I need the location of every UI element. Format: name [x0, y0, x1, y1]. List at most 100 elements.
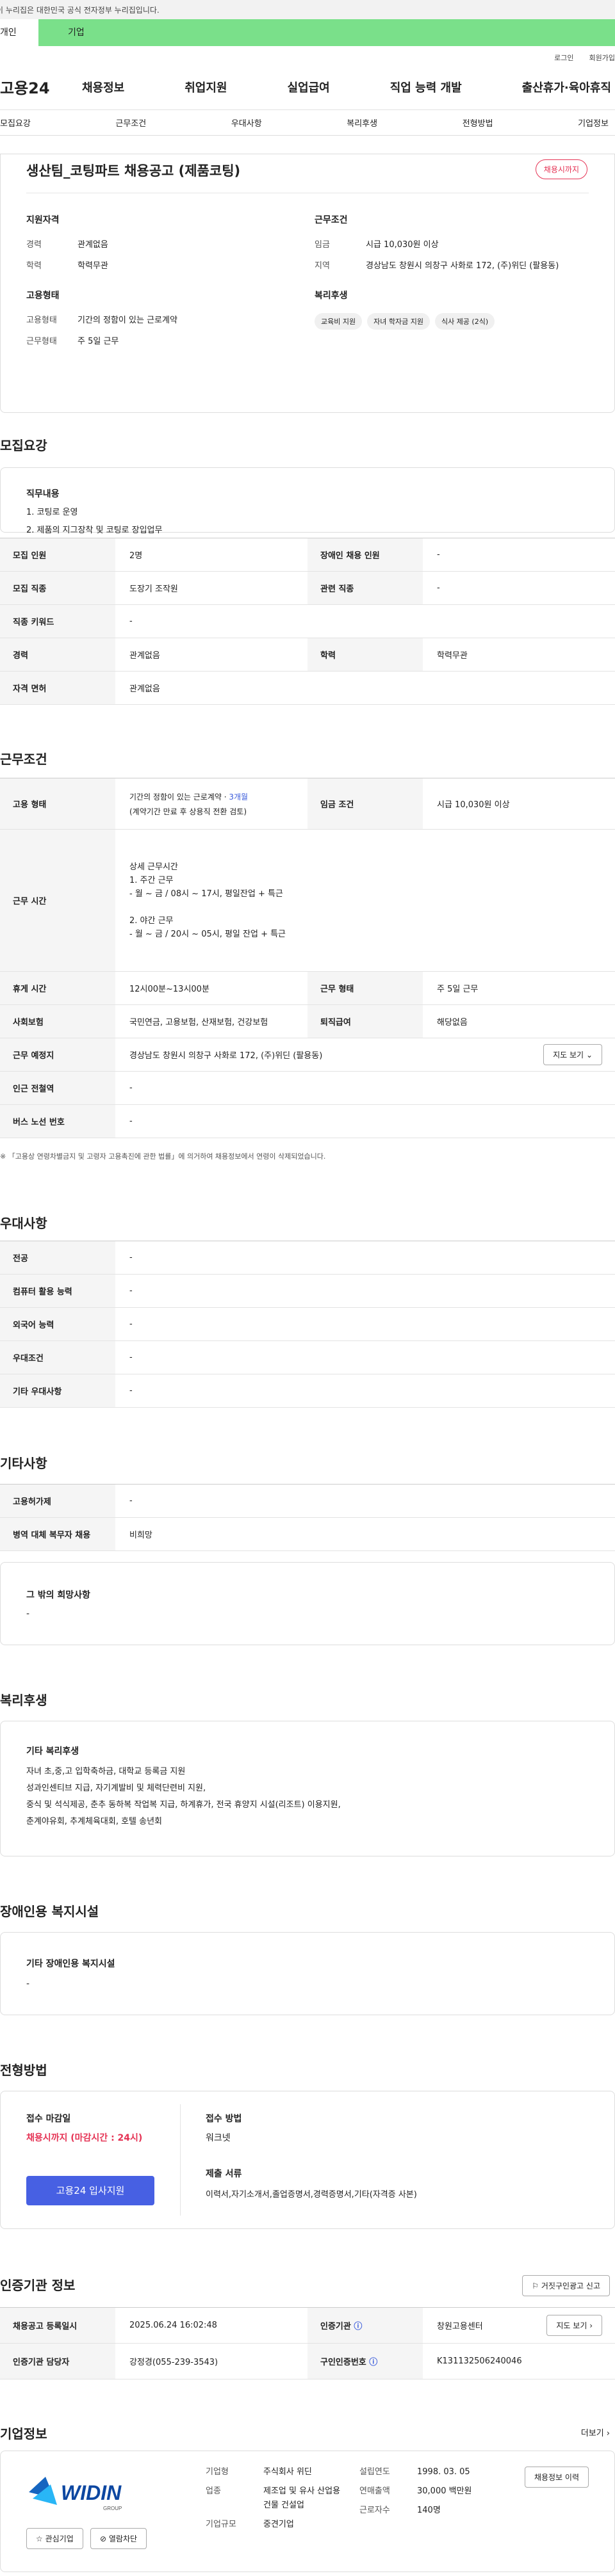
wish-heading: 그 밖의 희망사항 — [26, 1590, 90, 1600]
row-label: 구인인증번호 ⓘ — [308, 2344, 423, 2379]
career-value: 관계없음 — [78, 240, 108, 250]
row-value: - — [129, 1253, 133, 1262]
report-button[interactable]: ⚐ 거짓구인광고 신고 — [522, 2275, 610, 2296]
row-label: 장애인 채용 인원 — [308, 538, 423, 571]
hours-line: 상세 근무시간 — [129, 862, 178, 872]
wish-box: 그 밖의 희망사항 - — [0, 1562, 615, 1645]
row-value: - — [129, 1083, 133, 1093]
logo-text: WIDIN — [61, 2481, 122, 2504]
row-value: - — [129, 1353, 133, 1362]
row-label: 관련 직종 — [308, 572, 423, 604]
row-label: 근무 시간 — [0, 830, 115, 971]
docs-heading: 제출 서류 — [206, 2169, 242, 2179]
row-value: 기간의 정함이 있는 근로계약 · 3개월 (계약기간 만료 후 상용직 전환 … — [115, 778, 308, 829]
gnb-skills[interactable]: 직업 능력 개발 — [390, 79, 462, 95]
emp-value: 140명 — [417, 2506, 441, 2515]
gnb-employment-support[interactable]: 취업지원 — [184, 79, 227, 95]
tab-work[interactable]: 근무조건 — [115, 117, 146, 129]
pref-heading: 우대사항 — [0, 1216, 47, 1231]
global-nav: 고용24 채용정보 취업지원 실업급여 직업 능력 개발 출산휴가·육아휴직 — [0, 64, 615, 110]
fav-button[interactable]: ☆ 관심기업 — [26, 2528, 83, 2549]
work-table: 고용 형태 기간의 정함이 있는 근로계약 · 3개월 (계약기간 만료 후 상… — [0, 778, 615, 1138]
gnb-jobs[interactable]: 채용정보 — [82, 79, 124, 95]
site-logo[interactable]: 고용24 — [0, 76, 82, 98]
org-map-button[interactable]: 지도 보기 › — [546, 2315, 602, 2336]
tab-recruit[interactable]: 모집요강 — [0, 117, 31, 129]
welfare-chip: 자녀 학자금 지원 — [367, 313, 430, 330]
etc-table: 고용허가제 - 병역 대체 복무자 채용 비희망 — [0, 1484, 615, 1551]
duty-2: 2. 제품의 지그장착 및 코팅로 장입업무 — [26, 526, 163, 535]
tab-personal[interactable]: 개인 — [0, 19, 38, 46]
cond-block: 근무조건 임금 시급 10,030원 이상 지역 경상남도 창원시 의창구 사화로 … — [315, 213, 596, 280]
apply-button[interactable]: 고용24 입사지원 — [26, 2176, 154, 2205]
map-button[interactable]: 지도 보기 ⌄ — [543, 1044, 602, 1065]
gnb-leave[interactable]: 출산휴가·육아휴직 — [522, 79, 611, 95]
wage-label: 임금 — [315, 240, 330, 250]
table-row: 인증기관 담당자 강정경(055-239-3543) 구인인증번호 ⓘ K131… — [0, 2344, 615, 2379]
tab-company[interactable]: 기업정보 — [578, 117, 609, 129]
company-info-left: 기업형 주식회사 위딘 업종 제조업 및 유사 산업용 건물 건설업 기업규모 중견기… — [206, 2465, 347, 2532]
table-row: 기타 우대사항 - — [0, 1374, 615, 1408]
company-heading: 기업정보 — [0, 2426, 47, 2442]
age-note-text: 「고용상 연령차별금지 및 고령자 고용촉진에 관한 법률」에 의거하여 채용정… — [8, 1152, 326, 1161]
job-title: 생산팀_코팅파트 채용공고 (제품코팅) — [26, 163, 241, 179]
tab-process[interactable]: 전형방법 — [463, 117, 493, 129]
recruit-heading: 모집요강 — [0, 438, 47, 453]
row-value: 해당없음 — [437, 1018, 468, 1027]
table-row: 모집 직종 도장기 조작원 관련 직종 - — [0, 572, 615, 605]
disab-box: 기타 장애인용 복지시설 - — [0, 1932, 615, 2015]
tab-welfare[interactable]: 복리후생 — [347, 117, 377, 129]
row-label: 직종 키워드 — [0, 605, 115, 638]
row-label: 채용공고 등록일시 — [0, 2308, 115, 2343]
table-row: 고용허가제 - — [0, 1485, 615, 1518]
tab-personal-label: 개인 — [0, 28, 17, 38]
table-row: 모집 인원 2명 장애인 채용 인원 - — [0, 538, 615, 572]
row-label: 병역 대체 복무자 채용 — [0, 1518, 115, 1550]
login-link[interactable]: 로그인 — [554, 52, 573, 64]
org-label: 인증기관 — [320, 2322, 351, 2331]
logo-sub: GROUP — [103, 2506, 122, 2511]
row-value: 12시00분~13시00분 — [129, 985, 209, 994]
area-label: 지역 — [315, 261, 330, 271]
divider — [180, 2104, 181, 2216]
sales-label: 연매출액 — [359, 2486, 390, 2496]
sales-value: 30,000 백만원 — [417, 2486, 472, 2496]
table-row: 근무 예정지 경상남도 창원시 의창구 사화로 172, (주)위딘 (팔용동)… — [0, 1038, 615, 1072]
tab-pref[interactable]: 우대사항 — [231, 117, 262, 129]
pref-table: 전공 - 컴퓨터 활용 능력 - 외국어 능력 - 우대조건 - 기타 우대사항 - — [0, 1241, 615, 1408]
wish-value: - — [26, 1609, 30, 1619]
type-label: 기업형 — [206, 2467, 229, 2477]
help-icon[interactable]: ⓘ — [354, 2319, 362, 2331]
block-icon: ⊘ — [100, 2534, 107, 2543]
place-value: 경상남도 창원시 의창구 사화로 172, (주)위딘 (팔용동) — [129, 1051, 323, 1061]
company-more-link[interactable]: 더보기 › — [581, 2426, 610, 2438]
table-row: 근무 시간 상세 근무시간 1. 주간 근무 - 월 ~ 금 / 08시 ~ 1… — [0, 830, 615, 972]
disab-heading: 장애인용 복지시설 — [0, 1904, 99, 1919]
hours-line: - 월 ~ 금 / 20시 ~ 05시, 평일 잔업 + 특근 — [129, 929, 286, 939]
help-icon[interactable]: ⓘ — [369, 2355, 377, 2367]
row-value: K131132506240046 — [437, 2356, 522, 2366]
gov-banner: 이 누리집은 대한민국 공식 전자정부 누리집입니다. — [0, 0, 615, 19]
recruit-table: 모집 인원 2명 장애인 채용 인원 - 모집 직종 도장기 조작원 관련 직종… — [0, 538, 615, 705]
row-value: 2025.06.24 16:02:48 — [129, 2321, 217, 2330]
table-row: 자격 면허 관계없음 — [0, 672, 615, 705]
row-value: 경상남도 창원시 의창구 사화로 172, (주)위딘 (팔용동) 지도 보기 … — [115, 1038, 615, 1071]
area-value: 경상남도 창원시 의창구 사화로 172, (주)위딘 (팔용동) — [366, 261, 559, 271]
tab-company[interactable]: 기업 — [38, 19, 615, 46]
welfare-line: 자녀 초,중,고 입학축하금, 대학교 등록금 지원 — [26, 1767, 186, 1776]
method-value: 워크넷 — [206, 2133, 231, 2143]
signup-link[interactable]: 회원가입 — [589, 52, 615, 64]
row-label: 휴게 시간 — [0, 972, 115, 1004]
row-value: 국민연금, 고용보험, 산재보험, 건강보험 — [129, 1018, 268, 1027]
job-summary-card: 생산팀_코팅파트 채용공고 (제품코팅) 채용시까지 지원자격 경력 관계없음 학… — [0, 154, 615, 413]
gnb-unemployment-benefit[interactable]: 실업급여 — [288, 79, 330, 95]
row-value: 강정경(055-239-3543) — [129, 2358, 218, 2367]
row-label: 사회보험 — [0, 1005, 115, 1038]
row-value: 시급 10,030원 이상 — [437, 800, 510, 810]
welfare-box-heading: 기타 복리후생 — [26, 1746, 79, 1757]
table-row: 고용 형태 기간의 정함이 있는 근로계약 · 3개월 (계약기간 만료 후 상… — [0, 778, 615, 830]
block-button[interactable]: ⊘ 열람차단 — [90, 2528, 147, 2549]
history-button[interactable]: 채용정보 이력 — [524, 2467, 589, 2488]
company-info-right: 설립연도 1998. 03. 05 연매출액 30,000 백만원 근로자수 140명 — [359, 2465, 472, 2518]
table-row: 외국어 능력 - — [0, 1308, 615, 1341]
